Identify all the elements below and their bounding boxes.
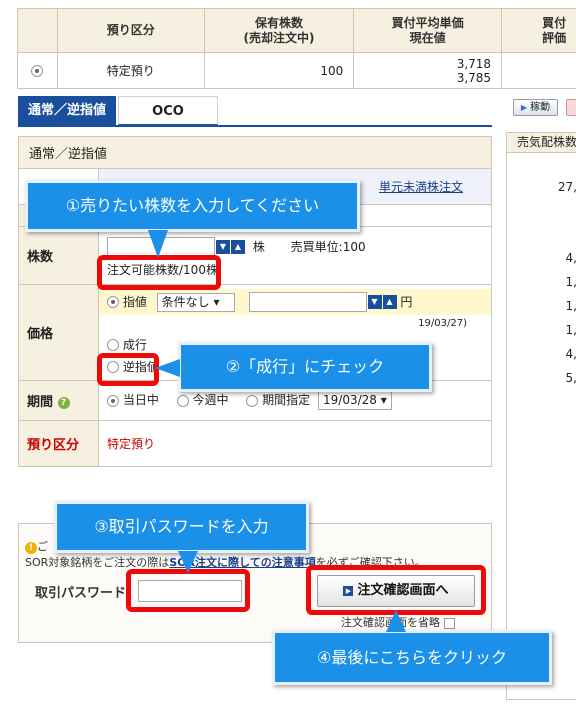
period-today-label: 当日中 (122, 393, 159, 407)
order-book-value: 5, (565, 371, 576, 385)
price-label: 価格 (18, 284, 99, 381)
holdings-header-qty-line1: 保有株数 (254, 15, 303, 30)
limit-price-input[interactable] (248, 292, 367, 312)
increment-button[interactable]: ▲ (231, 240, 245, 254)
holdings-header-last: 買付 評価 (501, 8, 576, 53)
notice-line: ! ご (25, 538, 48, 554)
limit-label: 指値 (122, 294, 147, 309)
period-today-radio[interactable] (107, 394, 119, 407)
account-label: 預り区分 (18, 420, 99, 467)
price-date-note: 19/03/27) (418, 317, 467, 329)
order-book-header: 売気配株数 (507, 133, 576, 153)
order-book-value: 1, (565, 299, 576, 313)
holdings-header-last-line1: 買付 (542, 15, 567, 30)
shares-unit: 株 (252, 239, 265, 254)
order-book-value: 4, (565, 251, 576, 265)
holdings-table: 預り区分 保有株数 (売却注文中) 買付平均単価 現在値 買付 評価 特定預り … (17, 8, 576, 89)
holdings-qty: 100 (203, 52, 355, 89)
tab-underline (18, 125, 492, 127)
account-value: 特定預り (98, 420, 492, 467)
order-book-panel: 売気配株数 27, 4, 1, 1, 1, 4, 5, (506, 132, 576, 700)
period-date-select[interactable]: 19/03/28 ▾ (318, 391, 392, 410)
callout-step1-tail (148, 230, 168, 258)
yen-unit: 円 (400, 294, 413, 309)
callout-step4: ④最後にこちらをクリック (272, 630, 552, 685)
callout-step2: ②「成行」にチェック (178, 342, 432, 392)
holdings-select-cell (17, 52, 58, 89)
highlight-password (126, 569, 250, 612)
holdings-last-cell (501, 52, 576, 89)
limit-row: 指値 条件なし ▾ ▼ ▲ 円 (99, 288, 491, 315)
period-label: 期間 (27, 395, 54, 410)
decrement-button[interactable]: ▼ (216, 240, 230, 254)
period-specify-radio[interactable] (246, 394, 259, 407)
holdings-header-last-line2: 評価 (542, 30, 567, 45)
order-book-value: 27, (557, 180, 576, 194)
avg-price: 3,718 (456, 56, 492, 71)
order-book-value: 4, (565, 347, 576, 361)
highlight-confirm-button (306, 565, 486, 615)
holdings-header-select (17, 8, 58, 53)
password-label: 取引パスワード (35, 586, 127, 601)
skip-confirm-checkbox[interactable] (444, 617, 455, 629)
tab-normal[interactable]: 通常／逆指値 (18, 96, 116, 126)
tab-oco[interactable]: OCO (118, 96, 218, 126)
holding-radio[interactable] (31, 65, 44, 77)
table-row: 特定預り 100 3,718 3,785 (17, 52, 576, 89)
period-week-radio[interactable] (176, 394, 189, 407)
run-button-label: 稼動 (530, 102, 551, 113)
period-specify-label: 期間指定 (262, 393, 311, 407)
odd-lot-link[interactable]: 単元未満株注文 (379, 180, 463, 194)
exclamation-icon: ! (25, 542, 37, 554)
callout-step3-tail (178, 551, 198, 573)
market-order-label: 成行 (122, 337, 147, 352)
period-date-value: 19/03/28 (323, 393, 377, 407)
notice-text: ご (37, 540, 48, 553)
callout-step2-tail (155, 359, 180, 377)
holdings-prices: 3,718 3,785 (353, 52, 503, 89)
sor-notice-prefix: SOR対象銘柄をご注文の際は (25, 556, 170, 569)
holdings-header-row: 預り区分 保有株数 (売却注文中) 買付平均単価 現在値 買付 評価 (17, 8, 576, 53)
highlight-shares-input (97, 255, 221, 290)
condition-value: 条件なし (161, 294, 210, 309)
play-icon: ▶ (520, 103, 527, 112)
order-book-value: 1, (565, 275, 576, 289)
callout-step1: ①売りたい株数を入力してください (25, 180, 360, 232)
price-increment-button[interactable]: ▲ (382, 295, 397, 309)
holdings-header-price-line1: 買付平均単価 (391, 15, 464, 30)
holdings-header-qty-line2: (売却注文中) (243, 30, 315, 45)
condition-select[interactable]: 条件なし ▾ (156, 292, 235, 312)
callout-step3: ③取引パスワードを入力 (54, 501, 309, 553)
period-label-cell: 期間 ? (18, 380, 99, 421)
limit-radio[interactable] (107, 296, 119, 308)
market-order-radio[interactable] (107, 339, 119, 351)
holdings-header-price-line2: 現在値 (409, 30, 446, 45)
holdings-header-price: 買付平均単価 現在値 (353, 8, 503, 53)
callout-step4-tail (386, 610, 406, 632)
holdings-account: 特定預り (56, 52, 205, 89)
help-icon[interactable]: ? (57, 396, 70, 409)
holdings-header-qty: 保有株数 (売却注文中) (203, 8, 355, 53)
run-button[interactable]: ▶ 稼動 (513, 99, 558, 116)
holdings-header-account: 預り区分 (56, 8, 205, 53)
price-decrement-button[interactable]: ▼ (367, 295, 382, 309)
side-pink-button[interactable] (566, 99, 576, 116)
trade-unit: 売買単位:100 (290, 239, 366, 254)
period-week-label: 今週中 (192, 393, 229, 407)
form-section-title: 通常／逆指値 (18, 136, 492, 169)
current-price: 3,785 (456, 70, 492, 85)
order-book-value: 1, (565, 323, 576, 337)
shares-label: 株数 (18, 226, 99, 285)
highlight-market-order (97, 353, 159, 386)
